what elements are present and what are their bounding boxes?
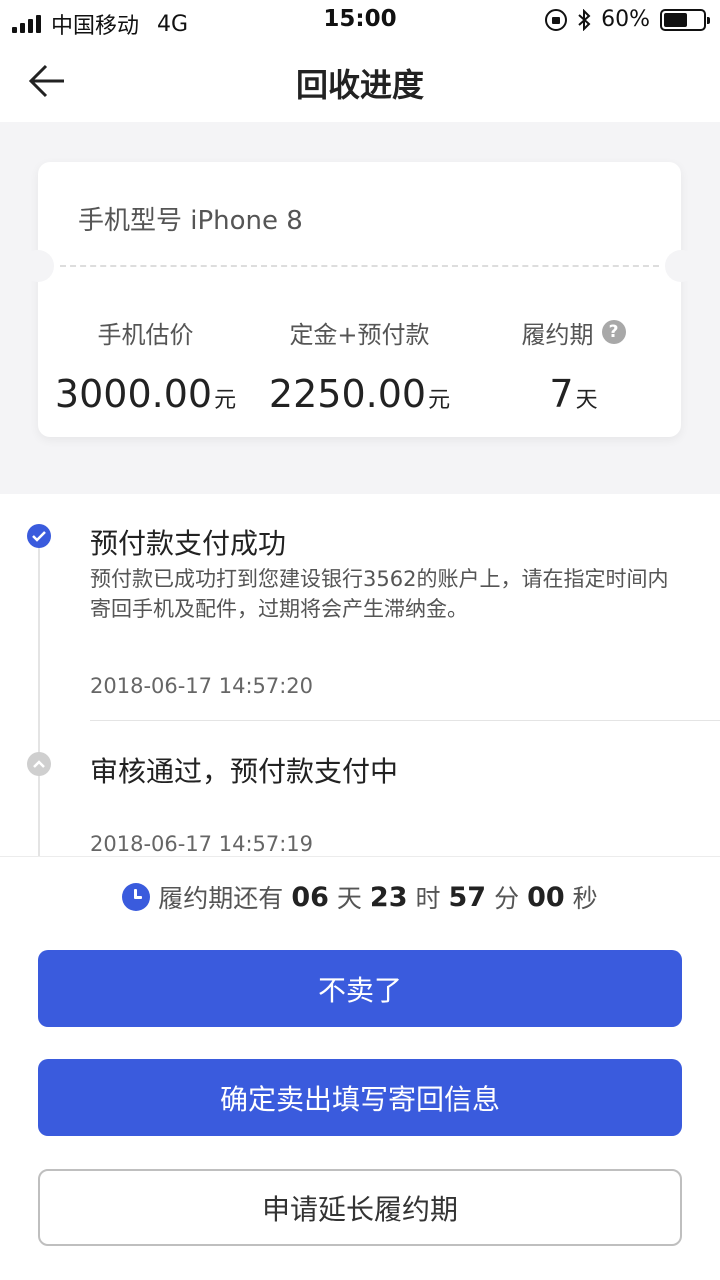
clock-icon xyxy=(122,883,151,911)
chevron-up-icon xyxy=(27,752,51,776)
extend-term-button[interactable]: 申请延长履约期 xyxy=(38,1169,682,1246)
estimate-value: 3000.00元 xyxy=(54,372,237,416)
phone-model: 手机型号 iPhone 8 xyxy=(78,206,303,236)
timeline-item-time: 2018-06-17 14:57:19 xyxy=(90,832,314,856)
cancel-sale-button[interactable]: 不卖了 xyxy=(38,950,682,1027)
term-column: 履约期 ? 7天 xyxy=(476,312,671,416)
bluetooth-icon xyxy=(578,8,591,31)
confirm-sale-button[interactable]: 确定卖出填写寄回信息 xyxy=(38,1059,682,1136)
card-divider xyxy=(60,265,659,267)
timeline-item-desc: 预付款已成功打到您建设银行3562的账户上，请在指定时间内寄回手机及配件，过期将… xyxy=(90,567,669,621)
status-bar: 中国移动 4G 15:00 60% xyxy=(0,0,720,40)
rotation-lock-icon xyxy=(545,8,568,31)
timeline-item-time: 2018-06-17 14:57:20 xyxy=(90,674,314,698)
timeline-line xyxy=(38,534,40,856)
estimate-column: 手机估价 3000.00元 xyxy=(48,312,243,417)
term-label: 履约期 ? xyxy=(476,312,671,352)
deposit-column: 定金+预付款 2250.00元 xyxy=(262,312,457,417)
summary-card: 手机型号 iPhone 8 手机估价 3000.00元 定金+预付款 2250.… xyxy=(22,162,697,437)
estimate-label: 手机估价 xyxy=(97,320,194,349)
progress-timeline: 预付款支付成功 预付款已成功打到您建设银行3562的账户上，请在指定时间内寄回手… xyxy=(0,494,720,856)
countdown: 履约期还有 06 天 23 时 57 分 00 秒 xyxy=(0,879,720,915)
page-title: 回收进度 xyxy=(295,66,424,104)
timeline-item-title: 审核通过，预付款支付中 xyxy=(90,755,399,788)
nav-bar: 回收进度 xyxy=(0,40,720,122)
battery-icon xyxy=(660,8,710,31)
timeline-item-title: 预付款支付成功 xyxy=(90,527,287,560)
battery-percent: 60% xyxy=(601,7,650,32)
term-value: 7天 xyxy=(549,372,598,416)
deposit-value: 2250.00元 xyxy=(268,372,451,416)
deposit-label: 定金+预付款 xyxy=(289,320,430,349)
timeline-separator xyxy=(90,720,720,721)
check-icon xyxy=(27,524,51,548)
action-panel: 履约期还有 06 天 23 时 57 分 00 秒 不卖了 确定卖出填写寄回信息 申请延… xyxy=(0,856,720,1280)
card-notch-right xyxy=(665,250,697,282)
help-icon[interactable]: ? xyxy=(601,320,626,344)
card-notch-left xyxy=(22,250,54,282)
